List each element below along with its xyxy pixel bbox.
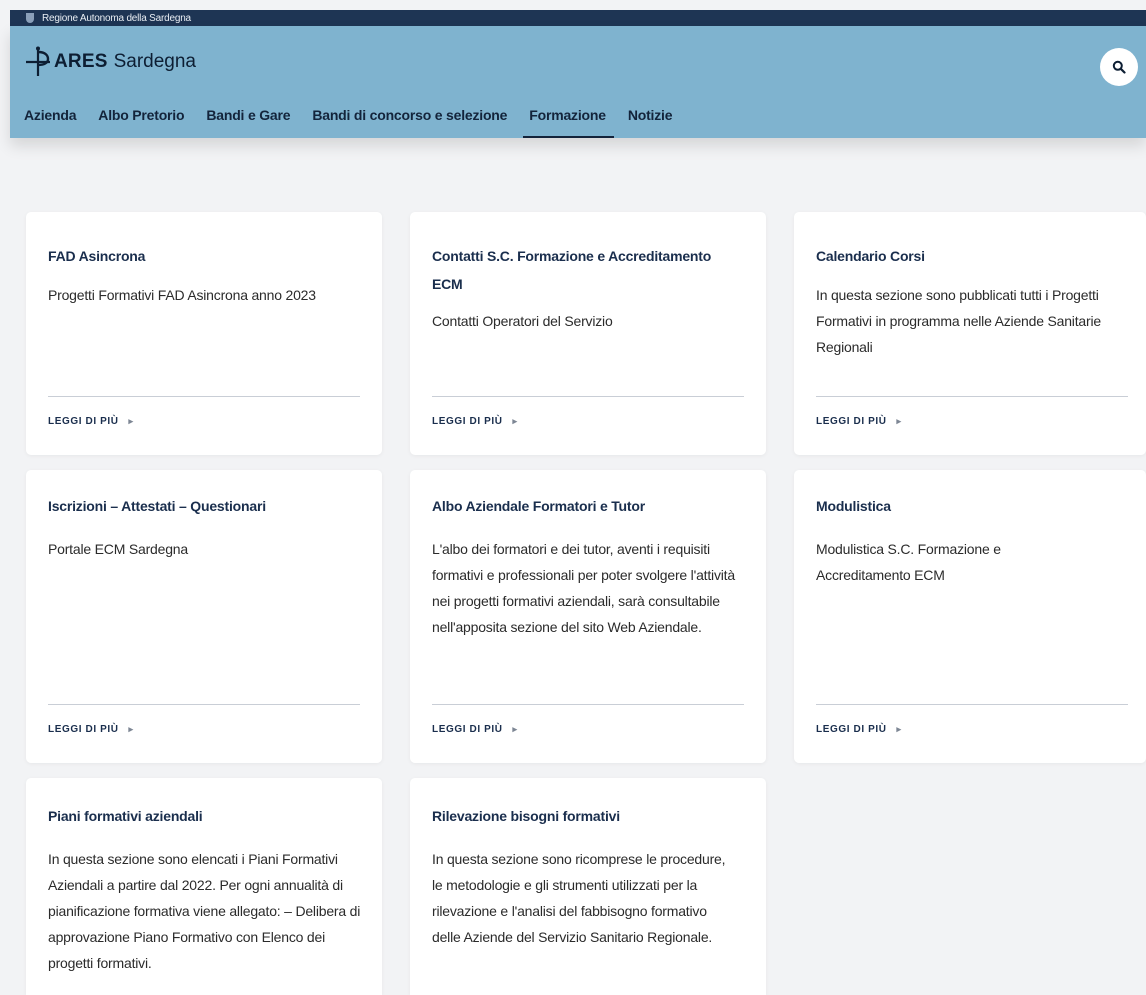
region-shield-icon: [26, 13, 34, 23]
arrow-right-icon: ▸: [512, 724, 518, 734]
brand-name-rest: Sardegna: [113, 51, 196, 72]
nav-item-formazione[interactable]: Formazione: [523, 102, 614, 138]
read-more-label: LEGGI DI PIÙ: [816, 724, 887, 735]
card-description: In questa sezione sono elencati i Piani …: [48, 851, 361, 971]
main-nav: Azienda Albo Pretorio Bandi e Gare Bandi…: [24, 102, 694, 138]
card-description: L'albo dei formatori e dei tutor, aventi…: [432, 541, 735, 635]
card-description: Contatti Operatori del Servizio: [432, 313, 613, 329]
read-more-label: LEGGI DI PIÙ: [432, 416, 503, 427]
read-more-link[interactable]: LEGGI DI PIÙ ▸: [432, 724, 518, 735]
nav-item-bandi-e-gare[interactable]: Bandi e Gare: [206, 102, 290, 138]
card-piani-formativi: Piani formativi aziendali In questa sezi…: [26, 778, 382, 995]
card-title[interactable]: Calendario Corsi: [816, 242, 1124, 270]
card-divider: [432, 396, 744, 397]
arrow-right-icon: ▸: [896, 724, 902, 734]
read-more-label: LEGGI DI PIÙ: [48, 416, 119, 427]
read-more-label: LEGGI DI PIÙ: [48, 724, 119, 735]
card-description: In questa sezione sono ricomprese le pro…: [432, 851, 726, 945]
card-modulistica: Modulistica Modulistica S.C. Formazione …: [794, 470, 1146, 763]
read-more-link[interactable]: LEGGI DI PIÙ ▸: [816, 724, 902, 735]
card-title[interactable]: FAD Asincrona: [48, 242, 360, 270]
card-description: Modulistica S.C. Formazione e Accreditam…: [816, 541, 1001, 583]
arrow-right-icon: ▸: [128, 416, 134, 426]
card-divider: [432, 704, 744, 705]
site-header: ARES Sardegna Azienda Albo Pretorio Band…: [10, 26, 1146, 138]
region-topbar-text[interactable]: Regione Autonoma della Sardegna: [42, 13, 191, 24]
arrow-right-icon: ▸: [128, 724, 134, 734]
region-topbar: Regione Autonoma della Sardegna: [10, 10, 1146, 26]
card-contatti-formazione: Contatti S.C. Formazione e Accreditament…: [410, 212, 766, 455]
card-divider: [48, 396, 360, 397]
read-more-link[interactable]: LEGGI DI PIÙ ▸: [432, 416, 518, 427]
card-fad-asincrona: FAD Asincrona Progetti Formativi FAD Asi…: [26, 212, 382, 455]
read-more-label: LEGGI DI PIÙ: [432, 724, 503, 735]
card-albo-formatori: Albo Aziendale Formatori e Tutor L'albo …: [410, 470, 766, 763]
search-icon: [1112, 60, 1126, 74]
read-more-label: LEGGI DI PIÙ: [816, 416, 887, 427]
card-rilevazione-bisogni: Rilevazione bisogni formativi In questa …: [410, 778, 766, 995]
card-title[interactable]: Contatti S.C. Formazione e Accreditament…: [432, 242, 744, 298]
read-more-link[interactable]: LEGGI DI PIÙ ▸: [48, 724, 134, 735]
card-divider: [816, 704, 1128, 705]
nav-item-albo-pretorio[interactable]: Albo Pretorio: [98, 102, 184, 138]
card-divider: [816, 396, 1128, 397]
card-description: In questa sezione sono pubblicati tutti …: [816, 287, 1101, 355]
card-description: Progetti Formativi FAD Asincrona anno 20…: [48, 287, 316, 303]
read-more-link[interactable]: LEGGI DI PIÙ ▸: [816, 416, 902, 427]
card-title[interactable]: Rilevazione bisogni formativi: [432, 802, 744, 830]
card-calendario-corsi: Calendario Corsi In questa sezione sono …: [794, 212, 1146, 455]
arrow-right-icon: ▸: [512, 416, 518, 426]
brand-name-bold: ARES: [54, 51, 108, 72]
card-title[interactable]: Iscrizioni – Attestati – Questionari: [48, 492, 360, 520]
arrow-right-icon: ▸: [896, 416, 902, 426]
card-title[interactable]: Albo Aziendale Formatori e Tutor: [432, 492, 744, 520]
nav-item-notizie[interactable]: Notizie: [628, 102, 673, 138]
card-description: Portale ECM Sardegna: [48, 541, 188, 557]
card-title[interactable]: Modulistica: [816, 492, 1124, 520]
card-title[interactable]: Piani formativi aziendali: [48, 802, 360, 830]
nav-item-azienda[interactable]: Azienda: [24, 102, 76, 138]
read-more-link[interactable]: LEGGI DI PIÙ ▸: [48, 416, 134, 427]
search-button[interactable]: [1100, 48, 1138, 86]
card-divider: [48, 704, 360, 705]
site-brand[interactable]: ARES Sardegna: [24, 46, 196, 78]
ares-logo-icon: [24, 46, 52, 78]
nav-item-bandi-di-concorso[interactable]: Bandi di concorso e selezione: [312, 102, 507, 138]
card-iscrizioni-attestati: Iscrizioni – Attestati – Questionari Por…: [26, 470, 382, 763]
